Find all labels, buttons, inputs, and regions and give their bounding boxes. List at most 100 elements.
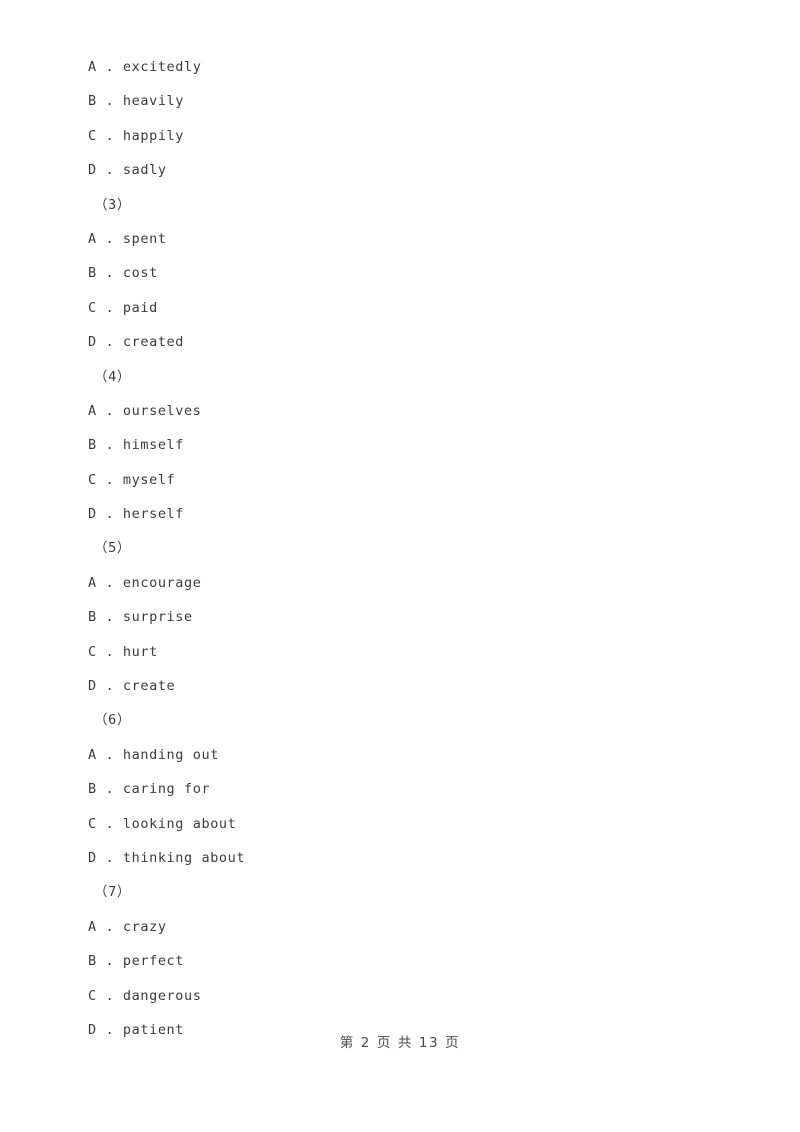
option-letter: D <box>88 162 97 179</box>
option-text: himself <box>122 437 185 454</box>
option-separator: . <box>96 471 123 488</box>
option-separator: . <box>96 402 123 419</box>
option-letter: C <box>88 127 97 144</box>
option-text: cost <box>122 265 158 282</box>
option-letter: D <box>88 506 97 523</box>
option-letter: C <box>88 299 97 316</box>
option-text: hurt <box>122 643 158 660</box>
option-text: excitedly <box>122 59 202 75</box>
option-text: encourage <box>122 574 202 591</box>
option-row[interactable]: B . surprise <box>88 600 748 634</box>
option-separator: . <box>96 299 123 316</box>
option-letter: A <box>88 59 97 75</box>
option-separator: . <box>96 162 123 179</box>
option-row[interactable]: A . encourage <box>88 566 748 600</box>
option-separator: . <box>96 849 123 866</box>
option-separator: . <box>96 918 123 935</box>
option-row[interactable]: B . caring for <box>88 772 748 806</box>
option-row[interactable]: D . created <box>88 325 748 359</box>
option-separator: . <box>96 987 123 1004</box>
option-text: crazy <box>122 918 167 935</box>
option-separator: . <box>96 781 123 798</box>
option-separator: . <box>96 815 123 832</box>
option-separator: . <box>96 265 123 282</box>
option-text: sadly <box>122 162 167 179</box>
option-text: paid <box>122 299 158 316</box>
option-text: herself <box>122 506 185 523</box>
option-letter: D <box>88 849 97 866</box>
option-separator: . <box>96 643 123 660</box>
option-row[interactable]: C . paid <box>88 291 748 325</box>
option-row[interactable]: C . dangerous <box>88 979 748 1013</box>
option-row[interactable]: A . excitedly <box>88 50 748 84</box>
option-letter: A <box>88 746 97 763</box>
question-options-container: A . excitedly B . heavily C . happily D . s… <box>88 50 748 1047</box>
option-letter: B <box>88 265 97 282</box>
option-text: perfect <box>122 953 185 970</box>
option-row[interactable]: C . looking about <box>88 807 748 841</box>
option-row[interactable]: A . spent <box>88 222 748 256</box>
option-letter: C <box>88 643 97 660</box>
option-text: spent <box>122 230 167 247</box>
option-row[interactable]: A . handing out <box>88 738 748 772</box>
option-letter: A <box>88 230 97 247</box>
option-letter: C <box>88 987 97 1004</box>
option-text: handing out <box>122 746 219 763</box>
option-separator: . <box>96 93 123 110</box>
option-letter: D <box>88 678 97 695</box>
option-letter: B <box>88 781 97 798</box>
option-separator: . <box>96 230 123 247</box>
option-row[interactable]: D . herself <box>88 497 748 531</box>
option-separator: . <box>96 437 123 454</box>
page-footer-label: 第 2 页 共 13 页 <box>339 1035 461 1051</box>
option-row[interactable]: C . hurt <box>88 635 748 669</box>
option-letter: B <box>88 437 97 454</box>
option-letter: A <box>88 574 97 591</box>
option-separator: . <box>96 506 123 523</box>
question-number-label: （5） <box>94 540 131 557</box>
option-text: looking about <box>122 815 237 832</box>
option-letter: D <box>88 334 97 351</box>
option-text: create <box>122 678 176 695</box>
option-row[interactable]: A . ourselves <box>88 394 748 428</box>
option-separator: . <box>96 334 123 351</box>
option-text: heavily <box>122 93 185 110</box>
option-row[interactable]: D . sadly <box>88 153 748 187</box>
option-row[interactable]: C . happily <box>88 119 748 153</box>
question-number-label: （7） <box>94 884 131 901</box>
option-separator: . <box>96 678 123 695</box>
option-letter: A <box>88 402 97 419</box>
option-row[interactable]: D . thinking about <box>88 841 748 875</box>
option-text: dangerous <box>122 987 202 1004</box>
option-separator: . <box>96 127 123 144</box>
option-text: happily <box>122 127 185 144</box>
question-number-label: （3） <box>94 196 131 213</box>
option-row[interactable]: D . create <box>88 669 748 703</box>
question-number-label: （4） <box>94 368 131 385</box>
option-row[interactable]: C . myself <box>88 463 748 497</box>
option-text: myself <box>122 471 176 488</box>
option-separator: . <box>96 574 123 591</box>
option-separator: . <box>96 953 123 970</box>
option-row[interactable]: A . crazy <box>88 910 748 944</box>
option-row[interactable]: B . himself <box>88 428 748 462</box>
question-number-label: （6） <box>94 712 131 729</box>
option-letter: C <box>88 471 97 488</box>
option-letter: B <box>88 953 97 970</box>
option-separator: . <box>96 746 123 763</box>
option-letter: B <box>88 609 97 626</box>
option-text: ourselves <box>122 402 202 419</box>
option-letter: B <box>88 93 97 110</box>
option-row[interactable]: B . perfect <box>88 944 748 978</box>
document-page: A . excitedly B . heavily C . happily D . s… <box>0 0 800 1132</box>
option-row[interactable]: B . cost <box>88 256 748 290</box>
option-separator: . <box>96 59 123 75</box>
option-text: thinking about <box>122 849 246 866</box>
option-separator: . <box>96 609 123 626</box>
option-row[interactable]: B . heavily <box>88 84 748 118</box>
option-text: caring for <box>122 781 211 798</box>
option-letter: A <box>88 918 97 935</box>
option-letter: C <box>88 815 97 832</box>
option-text: surprise <box>122 609 193 626</box>
option-text: created <box>122 334 185 351</box>
